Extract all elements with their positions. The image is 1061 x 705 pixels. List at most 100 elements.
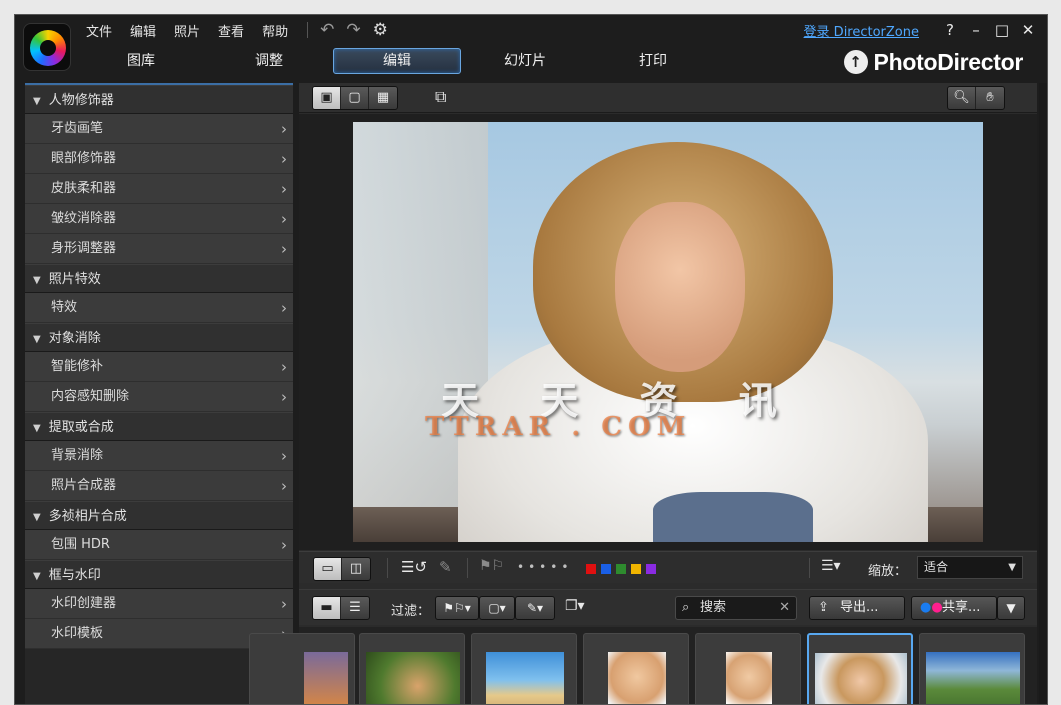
export-icon: ⇪: [818, 600, 829, 615]
panel-group-title: 框与水印: [48, 568, 101, 583]
color-label-swatch[interactable]: [616, 564, 626, 574]
upload-arrow-icon[interactable]: ↑: [843, 50, 868, 74]
panel-group-title: 多祯相片合成: [48, 509, 127, 524]
hand-icon[interactable]: ✋︎: [976, 87, 1004, 109]
filmstrip-thumb[interactable]: [359, 633, 465, 704]
collapse-triangle-icon: ▼: [33, 96, 41, 107]
menu-view[interactable]: 查看: [209, 21, 253, 40]
flag-filter-dropdown[interactable]: ⚑⚐▾: [435, 596, 479, 620]
thumbnail-view-icon[interactable]: ▬: [313, 597, 341, 619]
rating-dots[interactable]: •••••: [517, 560, 572, 574]
share-button[interactable]: ●● 共享...: [911, 596, 997, 620]
panel-tool-label: 身形调整器: [51, 241, 117, 256]
panel-tool-item[interactable]: 身形调整器 ›: [25, 234, 293, 264]
filmstrip-thumb[interactable]: [249, 633, 355, 704]
menu-photo[interactable]: 照片: [165, 21, 209, 40]
chevron-right-icon: ›: [281, 120, 287, 138]
collapse-triangle-icon: ▼: [33, 512, 41, 523]
gear-icon[interactable]: ⚙: [367, 20, 394, 40]
panel-group-header[interactable]: ▼ 人物修饰器: [25, 85, 293, 114]
collapse-triangle-icon: ▼: [33, 423, 41, 434]
zoom-select[interactable]: 适合 ▼: [917, 556, 1023, 579]
tab-adjust[interactable]: 调整: [205, 48, 333, 74]
stack-icon[interactable]: ❐▾: [565, 598, 585, 614]
panel-group-title: 提取或合成: [48, 420, 114, 435]
sort-icon[interactable]: ☰▾: [821, 558, 841, 574]
chevron-right-icon: ›: [281, 447, 287, 465]
login-directorzone-link[interactable]: 登录 DirectorZone: [804, 21, 919, 40]
panel-tool-item[interactable]: 眼部修饰器 ›: [25, 144, 293, 174]
menu-file[interactable]: 文件: [77, 21, 121, 40]
tab-print[interactable]: 打印: [589, 48, 717, 74]
color-label-swatch[interactable]: [646, 564, 656, 574]
filmstrip-thumb[interactable]: [695, 633, 801, 704]
filmstrip-thumb-selected[interactable]: [807, 633, 913, 704]
flag-icon[interactable]: ⚑⚐: [479, 558, 504, 574]
panel-group-header[interactable]: ▼ 对象消除: [25, 323, 293, 352]
help-icon[interactable]: ?: [937, 21, 963, 39]
rating-filter-dropdown[interactable]: ▢▾: [479, 596, 515, 620]
filmstrip-thumb[interactable]: [471, 633, 577, 704]
color-label-swatch[interactable]: [631, 564, 641, 574]
list-view-icon[interactable]: ☰: [341, 597, 369, 619]
mode-tabs: 图库 调整 编辑 幻灯片 打印: [77, 45, 717, 77]
edit-tools-panel: ▼ 人物修饰器 牙齿画笔 › 眼部修饰器 › 皮肤柔和器 › 皱纹消除器 › 身形调整器 › ▼ 照片特效…: [25, 83, 293, 704]
chevron-right-icon: ›: [281, 477, 287, 495]
close-icon[interactable]: ✕: [1015, 21, 1041, 39]
single-layout-icon[interactable]: ▭: [314, 558, 342, 580]
single-view-icon[interactable]: ▢: [341, 87, 369, 109]
panel-tool-item[interactable]: 特效 ›: [25, 293, 293, 323]
redo-icon[interactable]: ↷: [340, 20, 366, 40]
panel-tool-item[interactable]: 皱纹消除器 ›: [25, 204, 293, 234]
panel-tool-item[interactable]: 背景消除 ›: [25, 441, 293, 471]
menu-edit[interactable]: 编辑: [121, 21, 165, 40]
tab-edit[interactable]: 编辑: [333, 48, 461, 74]
undo-icon[interactable]: ↶: [314, 20, 340, 40]
right-scrollbar[interactable]: [1039, 83, 1047, 704]
panel-tool-item[interactable]: 智能修补 ›: [25, 352, 293, 382]
edit-filter-dropdown[interactable]: ✎▾: [515, 596, 555, 620]
panel-tool-label: 牙齿画笔: [51, 121, 104, 136]
panel-group-header[interactable]: ▼ 提取或合成: [25, 412, 293, 441]
rotate-icon[interactable]: ☰↺: [401, 558, 427, 576]
brand-logo: ↑ PhotoDirector: [843, 45, 1023, 79]
menu-help[interactable]: 帮助: [253, 21, 297, 40]
filmstrip-thumb[interactable]: [919, 633, 1025, 704]
window-controls: 登录 DirectorZone ? – □ ✕: [804, 19, 1041, 41]
zoom-icon[interactable]: 🔍︎: [948, 87, 976, 109]
search-icon: ⌕: [682, 600, 690, 615]
tab-library[interactable]: 图库: [77, 48, 205, 74]
panel-tool-item[interactable]: 包围 HDR ›: [25, 530, 293, 560]
brush-icon[interactable]: ✎: [439, 558, 452, 576]
panel-tool-label: 内容感知删除: [51, 389, 130, 404]
panel-group-header[interactable]: ▼ 框与水印: [25, 560, 293, 589]
panel-tool-label: 眼部修饰器: [51, 151, 117, 166]
panel-tool-item[interactable]: 内容感知删除 ›: [25, 382, 293, 412]
collapse-triangle-icon: ▼: [33, 571, 41, 582]
chevron-right-icon: ›: [281, 180, 287, 198]
side-by-side-icon[interactable]: ◫: [342, 558, 370, 580]
menu-bar: 文件 编辑 照片 查看 帮助 ↶ ↷ ⚙: [77, 19, 394, 41]
panel-group-header[interactable]: ▼ 照片特效: [25, 264, 293, 293]
panel-group-header[interactable]: ▼ 多祯相片合成: [25, 501, 293, 530]
filmstrip-thumb[interactable]: [583, 633, 689, 704]
panel-tool-item[interactable]: 牙齿画笔 ›: [25, 114, 293, 144]
export-button[interactable]: ⇪ 导出...: [809, 596, 905, 620]
share-dropdown[interactable]: ▼: [997, 596, 1025, 620]
tab-slideshow[interactable]: 幻灯片: [461, 48, 589, 74]
panel-tool-label: 皮肤柔和器: [51, 181, 117, 196]
panel-tool-item[interactable]: 照片合成器 ›: [25, 471, 293, 501]
color-label-swatch[interactable]: [586, 564, 596, 574]
search-input[interactable]: ⌕ 搜索 ✕: [675, 596, 797, 620]
clear-search-icon[interactable]: ✕: [779, 597, 790, 619]
zoom-label: 缩放：: [868, 564, 908, 579]
panel-tool-item[interactable]: 皮肤柔和器 ›: [25, 174, 293, 204]
minimize-icon[interactable]: –: [963, 21, 989, 39]
compare-view-icon[interactable]: ▣: [313, 87, 341, 109]
panel-tool-item[interactable]: 水印创建器 ›: [25, 589, 293, 619]
maximize-icon[interactable]: □: [989, 21, 1015, 39]
preview-image[interactable]: 天 天 资 讯 TTRAR . COM: [353, 122, 983, 542]
grid-view-icon[interactable]: ▦: [369, 87, 397, 109]
color-label-swatch[interactable]: [601, 564, 611, 574]
secondary-display-icon[interactable]: ⧉: [435, 87, 446, 107]
